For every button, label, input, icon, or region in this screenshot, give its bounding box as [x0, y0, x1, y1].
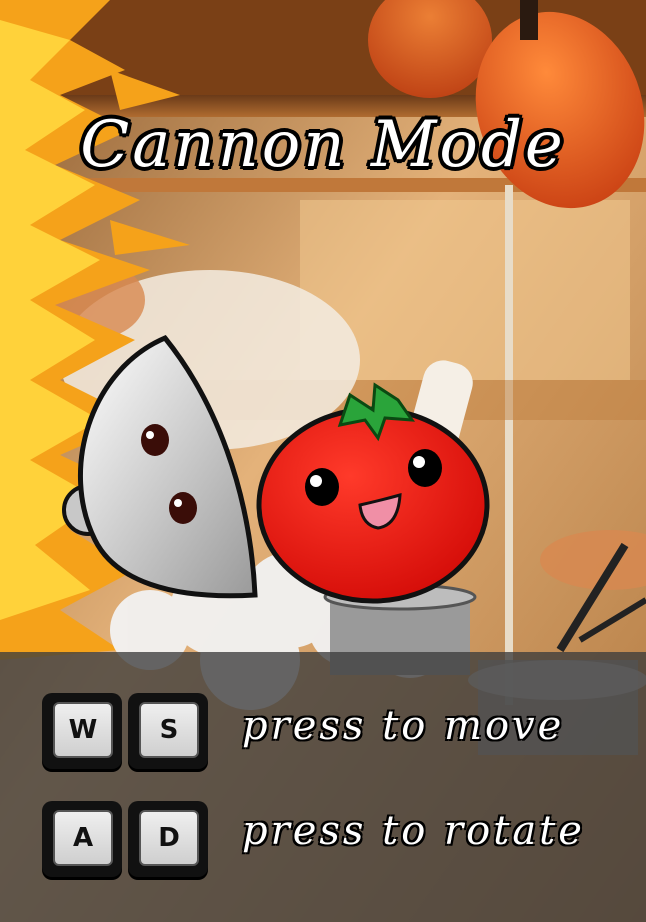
move-hint: press to move — [242, 703, 565, 749]
key-d: D — [128, 801, 208, 877]
key-w: W — [42, 693, 122, 769]
game-title: Cannon Mode — [80, 108, 566, 182]
key-d-label: D — [139, 810, 199, 866]
rotate-hint: press to rotate — [242, 808, 585, 854]
key-a: A — [42, 801, 122, 877]
key-s: S — [128, 693, 208, 769]
key-a-label: A — [53, 810, 113, 866]
key-s-label: S — [139, 702, 199, 758]
key-w-label: W — [53, 702, 113, 758]
